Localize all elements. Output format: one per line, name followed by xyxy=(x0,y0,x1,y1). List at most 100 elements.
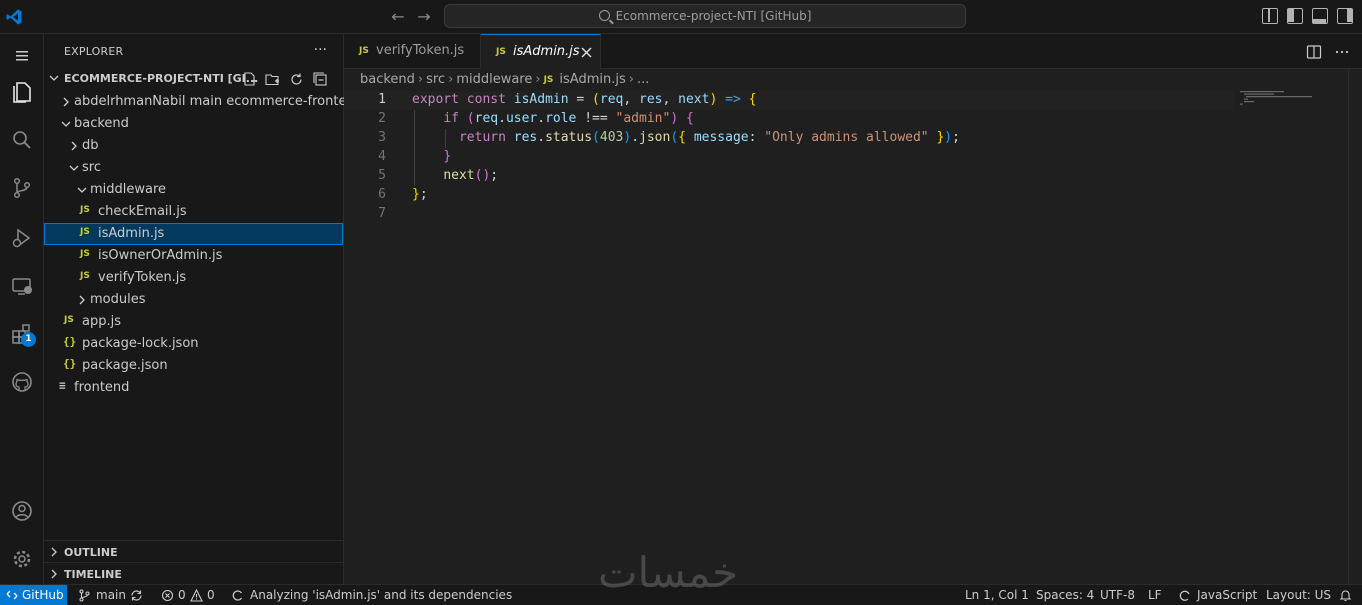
indentation[interactable]: Spaces: 4 xyxy=(1036,588,1094,602)
source-control-icon[interactable] xyxy=(8,174,36,202)
branch-label[interactable]: main xyxy=(96,588,126,602)
more-actions-icon[interactable] xyxy=(1334,44,1350,60)
tree-item-middleware[interactable]: middleware xyxy=(44,179,343,201)
new-folder-icon[interactable] xyxy=(265,72,280,87)
remote-explorer-icon[interactable] xyxy=(8,272,36,300)
keyboard-layout[interactable]: Layout: US xyxy=(1266,588,1331,602)
tab-label: verifyToken.js xyxy=(376,43,465,58)
code-line[interactable]: 1 export const isAdmin = (req, res, next)… xyxy=(344,91,1234,110)
outline-panel-header[interactable]: OUTLINE xyxy=(44,540,343,562)
search-icon[interactable] xyxy=(8,126,36,154)
manage-gear-icon[interactable] xyxy=(8,545,36,573)
breadcrumb-item[interactable]: ... xyxy=(637,72,649,87)
code-line[interactable]: 5 next(); xyxy=(344,167,1234,186)
timeline-panel-header[interactable]: TIMELINE xyxy=(44,562,343,584)
customize-layout-icon[interactable] xyxy=(1262,8,1278,24)
tree-item-label: src xyxy=(82,160,101,175)
tree-item-label: isOwnerOrAdmin.js xyxy=(98,248,223,263)
breadcrumb-item[interactable]: src xyxy=(426,72,445,87)
indent-guide xyxy=(414,148,415,167)
analyzing-status: Analyzing 'isAdmin.js' and its dependenc… xyxy=(250,588,513,602)
code-text: export const isAdmin = (req, res, next) … xyxy=(412,92,757,107)
tree-item-isadmin-js[interactable]: JS isAdmin.js xyxy=(44,223,343,245)
vertical-scrollbar[interactable] xyxy=(1348,69,1362,584)
more-actions-icon[interactable]: ··· xyxy=(314,42,327,58)
cursor-position[interactable]: Ln 1, Col 1 xyxy=(965,588,1029,602)
explorer-icon[interactable] xyxy=(8,78,36,106)
remote-icon xyxy=(6,590,18,600)
extensions-badge: 1 xyxy=(21,332,36,347)
tree-item-checkemail-js[interactable]: JS checkEmail.js xyxy=(44,201,343,223)
toggle-primary-sidebar-icon[interactable] xyxy=(1287,8,1303,24)
chevron-right-icon: › xyxy=(448,72,454,87)
workspace-header[interactable]: ECOMMERCE-PROJECT-NTI [GI... xyxy=(44,68,343,90)
split-editor-icon[interactable] xyxy=(1306,44,1322,60)
toggle-secondary-sidebar-icon[interactable] xyxy=(1337,8,1353,24)
tree-item-abdelrhmannabil-main-ecommerce-frontend[interactable]: abdelrhmanNabil main ecommerce-frontend xyxy=(44,91,363,113)
error-icon[interactable] xyxy=(161,589,174,602)
code-line[interactable]: 3 return res.status(403).json({ message:… xyxy=(344,129,1234,148)
tree-item-label: verifyToken.js xyxy=(98,270,187,285)
tab-bar: JS verifyToken.js JS isAdmin.js xyxy=(344,34,1362,70)
language-mode[interactable]: JavaScript xyxy=(1197,588,1257,602)
tab-label: isAdmin.js xyxy=(513,44,580,59)
command-center[interactable]: Ecommerce-project-NTI [GitHub] xyxy=(444,4,966,28)
warning-count[interactable]: 0 xyxy=(207,588,215,602)
run-debug-icon[interactable] xyxy=(8,224,36,252)
js-file-icon: JS xyxy=(80,205,90,215)
sync-icon[interactable] xyxy=(130,589,143,602)
tree-item-modules[interactable]: modules xyxy=(44,289,343,311)
code-text: next(); xyxy=(443,168,499,183)
tree-item-verifytoken-js[interactable]: JS verifyToken.js xyxy=(44,267,343,289)
toggle-panel-icon[interactable] xyxy=(1312,8,1328,24)
code-line[interactable]: 7 xyxy=(344,205,1234,224)
notifications-bell-icon[interactable] xyxy=(1339,589,1352,602)
error-count[interactable]: 0 xyxy=(178,588,186,602)
tree-item-isowneroradmin-js[interactable]: JS isOwnerOrAdmin.js xyxy=(44,245,343,267)
line-number: 7 xyxy=(378,206,386,221)
minimap[interactable] xyxy=(1240,91,1340,111)
refresh-icon[interactable] xyxy=(289,72,304,87)
outline-label: OUTLINE xyxy=(64,546,118,559)
breadcrumb-item[interactable]: backend xyxy=(360,72,415,87)
tree-item-frontend[interactable]: ≡ frontend xyxy=(44,377,343,399)
chevron-right-icon: › xyxy=(628,72,634,87)
remote-indicator[interactable]: GitHub xyxy=(0,585,67,605)
tree-item-src[interactable]: src xyxy=(44,157,343,179)
submodule-icon: ≡ xyxy=(59,379,66,392)
warning-icon[interactable] xyxy=(190,589,203,602)
chevron-down-icon xyxy=(49,75,59,81)
encoding[interactable]: UTF-8 xyxy=(1100,588,1135,602)
github-icon[interactable] xyxy=(8,368,36,396)
breadcrumb-item[interactable]: isAdmin.js xyxy=(559,72,625,87)
close-icon[interactable] xyxy=(580,46,593,59)
code-line[interactable]: 4 } xyxy=(344,148,1234,167)
code-editor[interactable]: 1 export const isAdmin = (req, res, next)… xyxy=(344,91,1234,291)
tab-isadmin[interactable]: JS isAdmin.js xyxy=(481,34,601,70)
code-text: if (req.user.role !== "admin") { xyxy=(443,111,694,126)
tree-item-backend[interactable]: backend xyxy=(44,113,343,135)
tree-item-label: isAdmin.js xyxy=(98,226,165,241)
code-line[interactable]: 6}; xyxy=(344,186,1234,205)
tree-item-app-js[interactable]: JS app.js xyxy=(44,311,343,333)
arrow-left-icon[interactable]: ← xyxy=(388,7,408,27)
code-line[interactable]: 2 if (req.user.role !== "admin") { xyxy=(344,110,1234,129)
end-of-line[interactable]: LF xyxy=(1148,588,1162,602)
tree-item-package-json[interactable]: {} package.json xyxy=(44,355,343,377)
chevron-down-icon xyxy=(77,187,87,193)
line-number: 2 xyxy=(378,111,386,126)
language-status-icon[interactable] xyxy=(1178,589,1191,602)
collapse-all-icon[interactable] xyxy=(313,72,328,87)
breadcrumb-item[interactable]: middleware xyxy=(456,72,532,87)
tab-verifytoken[interactable]: JS verifyToken.js xyxy=(344,34,481,69)
arrow-right-icon[interactable]: → xyxy=(414,7,434,27)
menu-icon[interactable] xyxy=(8,42,36,70)
tree-item-db[interactable]: db xyxy=(44,135,343,157)
tree-item-label: package.json xyxy=(82,358,168,373)
accounts-icon[interactable] xyxy=(8,497,36,525)
tree-item-label: checkEmail.js xyxy=(98,204,187,219)
new-file-icon[interactable] xyxy=(242,72,257,87)
chevron-down-icon xyxy=(61,121,71,127)
indent-guide xyxy=(414,110,415,129)
tree-item-package-lock-json[interactable]: {} package-lock.json xyxy=(44,333,343,355)
